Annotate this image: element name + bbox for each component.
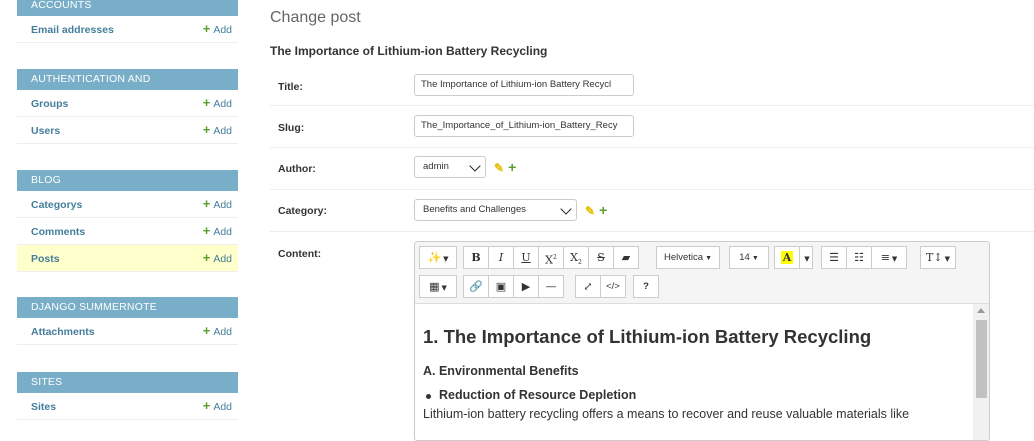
fullscreen-icon[interactable]: ⤢ <box>575 275 601 298</box>
video-icon[interactable]: ▶ <box>513 275 539 298</box>
sidebar-item-label[interactable]: Comments <box>31 226 85 238</box>
strikethrough-icon[interactable]: S <box>588 246 614 269</box>
ol-icon[interactable]: ☷ <box>846 246 872 269</box>
italic-icon[interactable]: I <box>488 246 514 269</box>
sidebar-item-sites: Sites + Add <box>17 393 238 420</box>
code-icon[interactable]: </> <box>600 275 626 298</box>
sidebar-item-posts: Posts + Add <box>17 245 238 272</box>
add-category-icon[interactable]: + <box>599 202 607 218</box>
editor-paragraph: Lithium-ion battery recycling offers a m… <box>423 407 910 421</box>
slug-input[interactable]: The_Importance_of_Lithium-ion_Battery_Re… <box>414 115 634 137</box>
sidebar-item-label[interactable]: Users <box>31 125 60 137</box>
title-input[interactable]: The Importance of Lithium-ion Battery Re… <box>414 74 634 96</box>
page-title: Change post <box>270 9 361 26</box>
add-link[interactable]: + Add <box>202 21 232 36</box>
plus-icon: + <box>202 21 211 36</box>
editor-bullet: Reduction of Resource Depletion <box>423 388 965 402</box>
category-label: Category: <box>278 205 328 217</box>
plus-icon: + <box>202 122 211 137</box>
content-label: Content: <box>278 248 322 260</box>
underline-icon[interactable]: U <box>513 246 539 269</box>
plus-icon: + <box>202 223 211 238</box>
sidebar-item-email-addresses: Email addresses + Add <box>17 16 238 43</box>
superscript-icon[interactable]: X2 <box>538 246 564 269</box>
editor-heading-2: A. Environmental Benefits <box>423 364 579 378</box>
author-select[interactable]: admin <box>414 156 486 178</box>
sidebar-item-label[interactable]: Groups <box>31 98 68 110</box>
color-icon[interactable]: A <box>774 246 800 269</box>
scroll-up-icon[interactable] <box>977 308 985 313</box>
scroll-thumb[interactable] <box>976 320 987 398</box>
font-name-dropdown[interactable]: Helvetica ▼ <box>656 246 720 269</box>
plus-icon: + <box>202 323 211 338</box>
sidebar-item-label[interactable]: Sites <box>31 401 56 413</box>
add-link[interactable]: + Add <box>202 196 232 211</box>
help-icon[interactable]: ? <box>633 275 659 298</box>
sidebar-item-users: Users + Add <box>17 117 238 144</box>
editor-heading-1: 1. The Importance of Lithium-ion Battery… <box>423 326 872 347</box>
eraser-icon[interactable]: ▰ <box>613 246 639 269</box>
add-link[interactable]: + Add <box>202 250 232 265</box>
edit-author-icon[interactable]: ✎ <box>494 161 504 175</box>
editor-body[interactable]: 1. The Importance of Lithium-ion Battery… <box>415 304 973 440</box>
edit-category-icon[interactable]: ✎ <box>585 204 595 218</box>
main-content: Change post The Importance of Lithium-io… <box>270 0 1034 441</box>
form-row-author: Author: admin ✎ + <box>270 148 1034 190</box>
editor-toolbar: ✨▼ B I U X2 X2 S ▰ Helvetica▼ 14▼ A ▼ <box>415 242 989 304</box>
author-label: Author: <box>278 163 316 175</box>
module-header-blog[interactable]: Blog <box>17 170 238 191</box>
subscript-icon[interactable]: X2 <box>563 246 589 269</box>
align-icon[interactable]: ≡ ▼ <box>871 246 907 269</box>
add-link[interactable]: + Add <box>202 223 232 238</box>
module-auth: Authentication and Authorization Groups … <box>17 69 238 144</box>
object-title: The Importance of Lithium-ion Battery Re… <box>270 44 548 58</box>
module-header-auth[interactable]: Authentication and Authorization <box>17 69 238 106</box>
form-row-slug: Slug: The_Importance_of_Lithium-ion_Batt… <box>270 106 1034 148</box>
link-icon[interactable]: 🔗 <box>463 275 489 298</box>
add-link[interactable]: + Add <box>202 122 232 137</box>
slug-label: Slug: <box>278 122 305 134</box>
table-icon[interactable]: ▦ ▼ <box>419 275 457 298</box>
add-link[interactable]: + Add <box>202 398 232 413</box>
hr-icon[interactable]: — <box>538 275 564 298</box>
magic-icon[interactable]: ✨ ▼ <box>419 246 457 269</box>
module-blog: Blog Categorys + Add Comments + Add Posts … <box>17 170 238 272</box>
module-header-sites[interactable]: Sites <box>17 372 238 393</box>
plus-icon: + <box>202 250 211 265</box>
chevron-down-icon <box>469 160 481 172</box>
sidebar-item-label[interactable]: Email addresses <box>31 24 114 36</box>
module-accounts: Accounts Email addresses + Add <box>17 0 238 43</box>
font-size-dropdown[interactable]: 14 ▼ <box>729 246 769 269</box>
sidebar-item-comments: Comments + Add <box>17 218 238 245</box>
add-link[interactable]: + Add <box>202 323 232 338</box>
bold-icon[interactable]: B <box>463 246 489 269</box>
module-sites: Sites Sites + Add <box>17 372 238 420</box>
module-header-accounts[interactable]: Accounts <box>17 0 238 16</box>
picture-icon[interactable]: ▣ <box>488 275 514 298</box>
color-dropdown-icon[interactable]: ▼ <box>799 246 813 269</box>
sidebar-item-label[interactable]: Posts <box>31 253 60 265</box>
sidebar-item-label[interactable]: Categorys <box>31 199 82 211</box>
form-row-title: Title: The Importance of Lithium-ion Bat… <box>270 66 1034 106</box>
add-author-icon[interactable]: + <box>508 159 516 175</box>
sidebar-item-label[interactable]: Attachments <box>31 326 95 338</box>
chevron-down-icon <box>560 203 572 215</box>
sidebar-item-categorys: Categorys + Add <box>17 191 238 218</box>
category-select[interactable]: Benefits and Challenges <box>414 199 577 221</box>
content-editor[interactable]: ✨▼ B I U X2 X2 S ▰ Helvetica▼ 14▼ A ▼ <box>414 241 990 441</box>
plus-icon: + <box>202 196 211 211</box>
title-label: Title: <box>278 81 303 93</box>
sidebar: Accounts Email addresses + Add Authentica… <box>0 0 250 423</box>
sidebar-item-attachments: Attachments + Add <box>17 318 238 345</box>
line-height-icon[interactable]: T↕ ▼ <box>920 246 956 269</box>
form-row-category: Category: Benefits and Challenges ✎ + <box>270 190 1034 232</box>
editor-scrollbar[interactable] <box>973 304 989 440</box>
ul-icon[interactable]: ☰ <box>821 246 847 269</box>
plus-icon: + <box>202 95 211 110</box>
sidebar-item-groups: Groups + Add <box>17 90 238 117</box>
module-summernote: Django Summernote Attachments + Add <box>17 297 238 345</box>
add-link[interactable]: + Add <box>202 95 232 110</box>
module-header-summernote[interactable]: Django Summernote <box>17 297 238 318</box>
plus-icon: + <box>202 398 211 413</box>
